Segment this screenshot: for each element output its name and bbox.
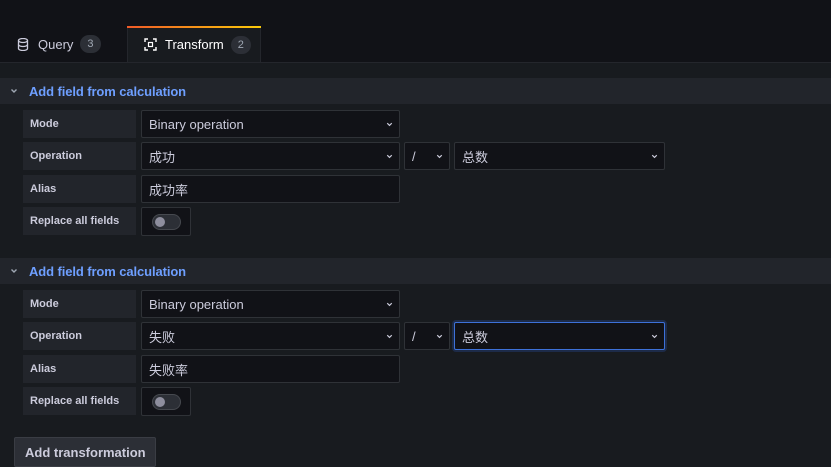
replace-all-fields-label: Replace all fields [23,387,136,415]
left-field-value: 成功 [149,149,176,165]
chevron-down-icon[interactable] [9,86,21,96]
operation-label: Operation [23,142,136,170]
left-field-select[interactable]: 成功 [141,142,400,170]
transformation-header[interactable]: Add field from calculation [0,78,831,104]
operator-value: / [412,328,416,344]
replace-all-fields-toggle-box [141,387,191,416]
left-field-select[interactable]: 失败 [141,322,400,350]
alias-input[interactable]: 失败率 [141,355,400,383]
alias-label: Alias [23,355,136,383]
mode-label: Mode [23,110,136,138]
alias-value: 成功率 [149,182,189,198]
tab-divider [0,62,831,63]
chevron-down-icon[interactable] [9,266,21,276]
database-icon [15,37,31,51]
alias-label: Alias [23,175,136,203]
right-field-value: 总数 [462,329,489,345]
alias-input[interactable]: 成功率 [141,175,400,203]
add-transformation-button[interactable]: Add transformation [14,437,156,467]
replace-all-fields-toggle[interactable] [152,393,181,410]
transformation-title[interactable]: Add field from calculation [29,84,186,99]
chevron-down-icon [429,152,449,161]
tab-query-label: Query [38,36,74,52]
toggle-knob [155,216,165,227]
transformation-header[interactable]: Add field from calculation [0,258,831,284]
right-field-select[interactable]: 总数 [454,142,665,170]
mode-value: Binary operation [149,116,244,132]
tab-transform-label: Transform [165,37,224,52]
chevron-down-icon [379,332,399,341]
chevron-down-icon [379,120,399,129]
transformation-title[interactable]: Add field from calculation [29,264,186,279]
replace-all-fields-label: Replace all fields [23,207,136,235]
operator-select[interactable]: / [404,142,450,170]
operator-select[interactable]: / [404,322,450,350]
right-field-value: 总数 [462,149,489,165]
replace-all-fields-toggle-box [141,207,191,236]
chevron-down-icon [379,152,399,161]
operation-label: Operation [23,322,136,350]
tab-query[interactable]: Query 3 [15,26,101,62]
alias-value: 失败率 [149,362,189,378]
replace-all-fields-toggle[interactable] [152,213,181,230]
mode-select[interactable]: Binary operation [141,110,400,138]
add-transformation-label: Add transformation [25,444,146,460]
mode-value: Binary operation [149,296,244,312]
mode-select[interactable]: Binary operation [141,290,400,318]
tab-transform-count: 2 [230,35,251,54]
chevron-down-icon [379,300,399,309]
tab-transform[interactable]: Transform 2 [127,26,261,62]
tab-bar [0,0,831,62]
tab-query-count: 3 [80,35,101,53]
operator-value: / [412,148,416,164]
right-field-select[interactable]: 总数 [454,322,665,350]
toggle-knob [155,396,165,407]
chevron-down-icon [644,152,664,161]
mode-label: Mode [23,290,136,318]
transform-icon [142,38,158,51]
chevron-down-icon [429,332,449,341]
chevron-down-icon [644,332,664,341]
left-field-value: 失败 [149,329,176,345]
